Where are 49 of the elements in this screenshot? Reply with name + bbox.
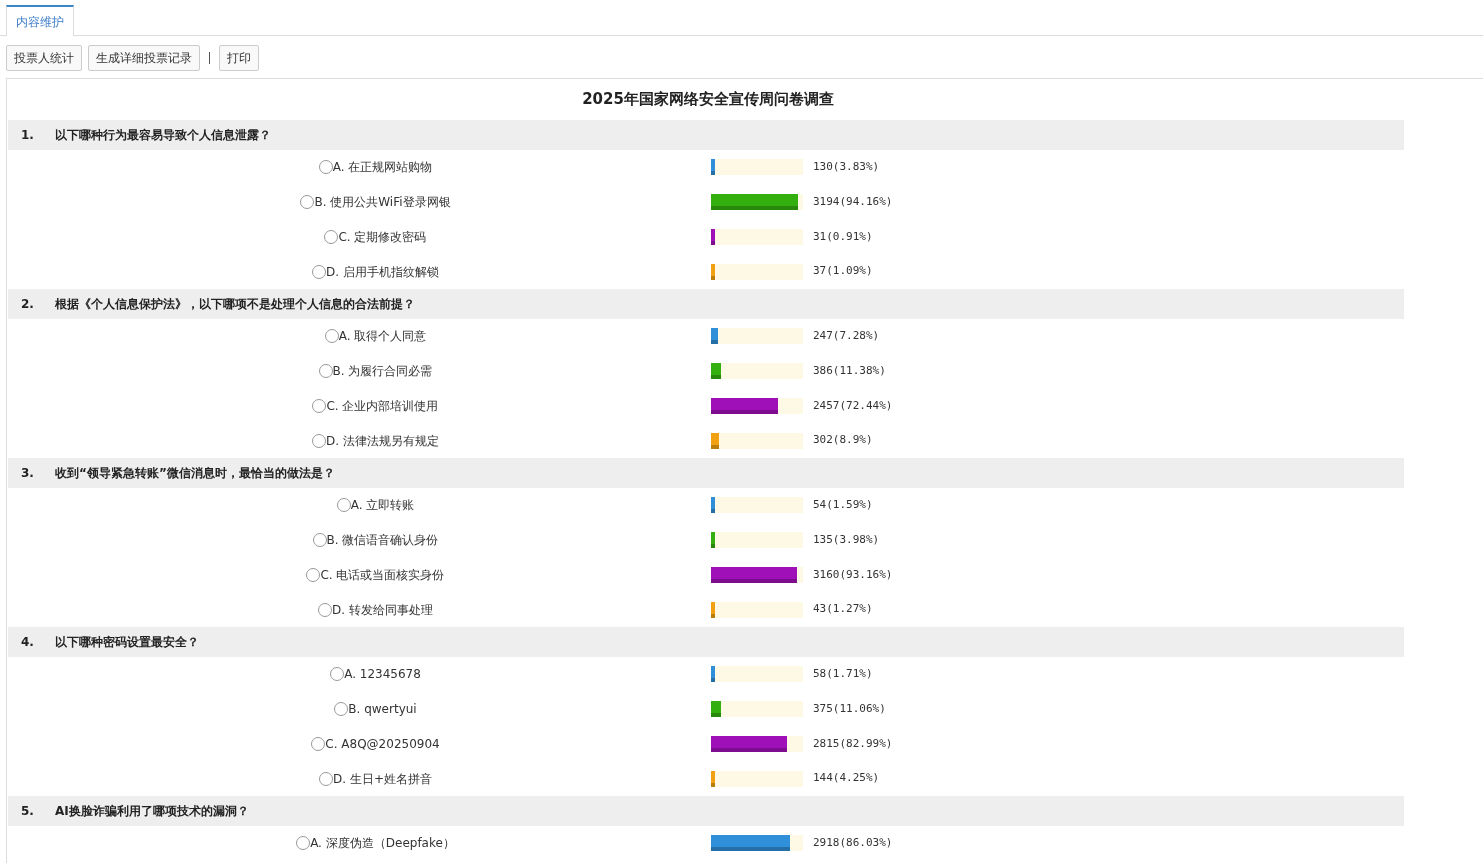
vote-count: 130(3.83%) [813, 159, 880, 176]
vote-count: 3194(94.16%) [813, 193, 893, 210]
survey-title: 2025年国家网络安全宣传周问卷调查 [581, 89, 835, 111]
option-radio[interactable]: D. 生日+姓名拼音 [319, 769, 432, 788]
option-radio[interactable]: A. 取得个人同意 [324, 327, 427, 346]
question-number: 4. [20, 634, 35, 651]
vote-count: 247(7.28%) [813, 328, 880, 345]
vote-count: 3160(93.16%) [813, 566, 893, 583]
vote-count: 2918(86.03%) [813, 835, 893, 852]
option-radio[interactable]: B. qwertyui [334, 700, 417, 719]
option-radio[interactable]: A. 在正规网站购物 [318, 158, 433, 177]
option-radio[interactable]: D. 法律法规另有规定 [312, 431, 439, 450]
vote-count: 54(1.59%) [813, 497, 873, 514]
option-radio[interactable]: D. 启用手机指纹解锁 [312, 262, 439, 281]
toolbar-button[interactable]: 投票人统计 [6, 45, 82, 71]
question-text: 根据《个人信息保护法》，以下哪项不是处理个人信息的合法前提？ [55, 296, 415, 313]
question-text: 收到“领导紧急转账”微信消息时，最恰当的做法是？ [55, 465, 335, 482]
vote-count: 31(0.91%) [813, 228, 873, 245]
vote-count: 135(3.98%) [813, 531, 880, 548]
question-text: 以下哪种密码设置最安全？ [55, 634, 199, 651]
vote-count: 43(1.27%) [813, 601, 873, 618]
question-number: 1. [20, 127, 35, 144]
option-radio[interactable]: A. 立即转账 [336, 496, 415, 515]
option-radio[interactable]: C. 定期修改密码 [324, 227, 427, 246]
question-text: 以下哪种行为最容易导致个人信息泄露？ [55, 127, 271, 144]
question-number: 3. [20, 465, 35, 482]
vote-count: 144(4.25%) [813, 770, 880, 787]
vote-count: 2457(72.44%) [813, 397, 893, 414]
vote-count: 58(1.71%) [813, 666, 873, 683]
option-radio[interactable]: B. 使用公共WiFi登录网银 [300, 193, 451, 212]
vote-count: 386(11.38%) [813, 362, 886, 379]
option-radio[interactable]: D. 转发给同事处理 [318, 600, 433, 619]
toolbar-button[interactable]: 生成详细投票记录 [88, 45, 200, 71]
vote-count: 37(1.09%) [813, 263, 873, 280]
vote-count: 2815(82.99%) [813, 735, 893, 752]
tab[interactable]: 内容维护 [6, 5, 74, 36]
option-radio[interactable]: A. 深度伪造（Deepfake） [296, 834, 455, 853]
question-number: 2. [20, 296, 35, 313]
option-radio[interactable]: B. 微信语音确认身份 [312, 531, 439, 550]
question-number: 5. [20, 803, 35, 820]
option-radio[interactable]: C. 电话或当面核实身份 [306, 565, 445, 584]
vote-count: 375(11.06%) [813, 700, 886, 717]
toolbar-button[interactable]: 打印 [219, 45, 259, 71]
option-radio[interactable]: B. 为履行合同必需 [318, 362, 433, 381]
question-text: AI换脸诈骗利用了哪项技术的漏洞？ [55, 803, 249, 820]
option-radio[interactable]: C. A8Q@20250904 [311, 734, 440, 753]
option-radio[interactable]: A. 12345678 [330, 665, 421, 684]
option-radio[interactable]: C. 企业内部培训使用 [312, 396, 439, 415]
vote-count: 302(8.9%) [813, 432, 873, 449]
